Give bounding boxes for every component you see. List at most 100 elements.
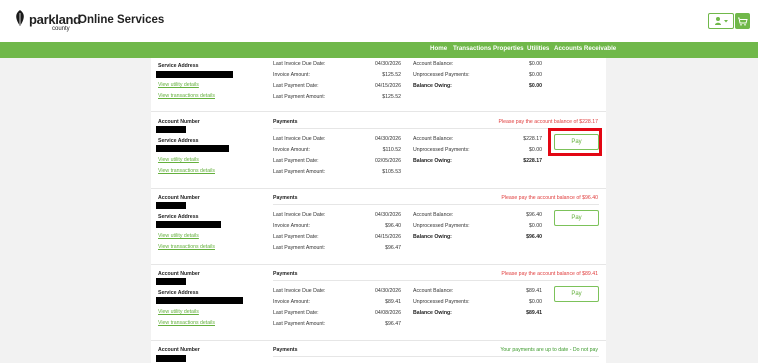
view-utility-details-link[interactable]: View utility details bbox=[158, 233, 199, 239]
user-icon bbox=[715, 17, 728, 25]
nav-home[interactable]: Home bbox=[430, 45, 447, 52]
last-invoice-due-label: Last Invoice Due Date: bbox=[273, 212, 326, 218]
invoice-amount-value: $125.52 bbox=[382, 72, 401, 78]
account-card: Account Number Service Address View util… bbox=[151, 265, 606, 341]
last-payment-amount-value: $105.53 bbox=[382, 169, 401, 175]
last-invoice-due-label: Last Invoice Due Date: bbox=[273, 288, 326, 294]
account-card: Account Number Payments Your payments ar… bbox=[151, 341, 606, 363]
invoice-amount-value: $96.40 bbox=[385, 223, 401, 229]
redacted-account-number bbox=[156, 202, 186, 209]
service-address-label: Service Address bbox=[158, 290, 199, 296]
redacted-account-number bbox=[156, 126, 186, 133]
unprocessed-payments-value: $0.00 bbox=[529, 299, 542, 305]
unprocessed-payments-label: Unprocessed Payments: bbox=[413, 299, 470, 305]
unprocessed-payments-label: Unprocessed Payments: bbox=[413, 223, 470, 229]
payment-notice: Please pay the account balance of $228.1… bbox=[498, 119, 598, 125]
account-card: Service Address View utility details Vie… bbox=[151, 58, 606, 112]
payment-notice: Please pay the account balance of $89.41 bbox=[501, 271, 598, 277]
user-menu-button[interactable] bbox=[708, 13, 734, 29]
service-address-label: Service Address bbox=[158, 214, 199, 220]
redacted-account-number bbox=[156, 278, 186, 285]
nav-transactions[interactable]: Transactions bbox=[453, 45, 491, 52]
invoice-amount-label: Invoice Amount: bbox=[273, 299, 310, 305]
leaf-icon bbox=[16, 10, 24, 26]
redacted-address bbox=[156, 145, 229, 152]
app-title: Online Services bbox=[78, 14, 165, 26]
nav-accounts-receivable[interactable]: Accounts Receivable bbox=[554, 45, 616, 52]
invoice-amount-value: $110.52 bbox=[382, 147, 401, 153]
account-balance-label: Account Balance: bbox=[413, 136, 454, 142]
last-payment-amount-value: $125.52 bbox=[382, 94, 401, 100]
redacted-address bbox=[156, 221, 221, 228]
accounts-panel: Service Address View utility details Vie… bbox=[151, 58, 606, 363]
account-balance-value: $0.00 bbox=[529, 61, 542, 67]
service-address-label: Service Address bbox=[158, 63, 199, 69]
balance-owing-label: Balance Owing: bbox=[413, 234, 452, 240]
balance-owing-value: $0.00 bbox=[529, 83, 542, 89]
payments-heading: Payments bbox=[273, 347, 298, 353]
last-invoice-due-value: 04/30/2026 bbox=[375, 136, 401, 142]
last-payment-amount-label: Last Payment Amount: bbox=[273, 321, 326, 327]
last-payment-date-value: 04/15/2026 bbox=[375, 234, 401, 240]
last-invoice-due-value: 04/30/2026 bbox=[375, 212, 401, 218]
payments-heading: Payments bbox=[273, 271, 298, 277]
payment-notice: Please pay the account balance of $96.40 bbox=[501, 195, 598, 201]
last-payment-date-label: Last Payment Date: bbox=[273, 234, 319, 240]
last-payment-amount-label: Last Payment Amount: bbox=[273, 245, 326, 251]
logo-subtext: county bbox=[52, 26, 70, 32]
view-utility-details-link[interactable]: View utility details bbox=[158, 157, 199, 163]
unprocessed-payments-value: $0.00 bbox=[529, 223, 542, 229]
last-payment-date-value: 04/08/2026 bbox=[375, 310, 401, 316]
view-utility-details-link[interactable]: View utility details bbox=[158, 82, 199, 88]
view-transactions-details-link[interactable]: View transactions details bbox=[158, 244, 215, 250]
divider bbox=[273, 280, 599, 281]
invoice-amount-label: Invoice Amount: bbox=[273, 72, 310, 78]
last-payment-amount-value: $96.47 bbox=[385, 321, 401, 327]
nav-utilities[interactable]: Utilities bbox=[527, 45, 549, 52]
view-transactions-details-link[interactable]: View transactions details bbox=[158, 320, 215, 326]
view-transactions-details-link[interactable]: View transactions details bbox=[158, 168, 215, 174]
invoice-amount-value: $89.41 bbox=[385, 299, 401, 305]
redacted-account-number bbox=[156, 355, 186, 362]
last-payment-date-label: Last Payment Date: bbox=[273, 158, 319, 164]
payments-heading: Payments bbox=[273, 195, 298, 201]
view-transactions-details-link[interactable]: View transactions details bbox=[158, 93, 215, 99]
pay-button[interactable]: Pay bbox=[554, 286, 599, 302]
redacted-address bbox=[156, 71, 233, 78]
divider bbox=[273, 204, 599, 205]
divider bbox=[273, 356, 599, 357]
nav-properties[interactable]: Properties bbox=[493, 45, 524, 52]
last-payment-amount-label: Last Payment Amount: bbox=[273, 94, 326, 100]
balance-owing-label: Balance Owing: bbox=[413, 83, 452, 89]
balance-owing-value: $89.41 bbox=[526, 310, 542, 316]
redacted-address bbox=[156, 297, 243, 304]
balance-owing-label: Balance Owing: bbox=[413, 158, 452, 164]
unprocessed-payments-value: $0.00 bbox=[529, 147, 542, 153]
account-number-label: Account Number bbox=[158, 347, 200, 353]
main-nav: Home Transactions Properties Utilities A… bbox=[0, 42, 758, 58]
last-payment-amount-value: $96.47 bbox=[385, 245, 401, 251]
last-invoice-due-label: Last Invoice Due Date: bbox=[273, 61, 326, 67]
payments-heading: Payments bbox=[273, 119, 298, 125]
account-card: Account Number Service Address View util… bbox=[151, 112, 606, 189]
last-payment-date-value: 04/15/2026 bbox=[375, 83, 401, 89]
logo-wordmark: parkland bbox=[29, 12, 81, 27]
view-utility-details-link[interactable]: View utility details bbox=[158, 309, 199, 315]
invoice-amount-label: Invoice Amount: bbox=[273, 147, 310, 153]
account-balance-value: $89.41 bbox=[526, 288, 542, 294]
last-payment-date-label: Last Payment Date: bbox=[273, 310, 319, 316]
unprocessed-payments-value: $0.00 bbox=[529, 72, 542, 78]
balance-owing-value: $228.17 bbox=[523, 158, 542, 164]
account-balance-value: $228.17 bbox=[523, 136, 542, 142]
cart-icon bbox=[738, 17, 748, 26]
chevron-down-icon bbox=[724, 20, 728, 23]
account-number-label: Account Number bbox=[158, 195, 200, 201]
pay-button[interactable]: Pay bbox=[554, 210, 599, 226]
balance-owing-label: Balance Owing: bbox=[413, 310, 452, 316]
cart-button[interactable] bbox=[735, 13, 750, 29]
account-balance-label: Account Balance: bbox=[413, 61, 454, 67]
last-payment-date-label: Last Payment Date: bbox=[273, 83, 319, 89]
balance-owing-value: $96.40 bbox=[526, 234, 542, 240]
account-balance-value: $96.40 bbox=[526, 212, 542, 218]
last-invoice-due-value: 04/30/2026 bbox=[375, 61, 401, 67]
